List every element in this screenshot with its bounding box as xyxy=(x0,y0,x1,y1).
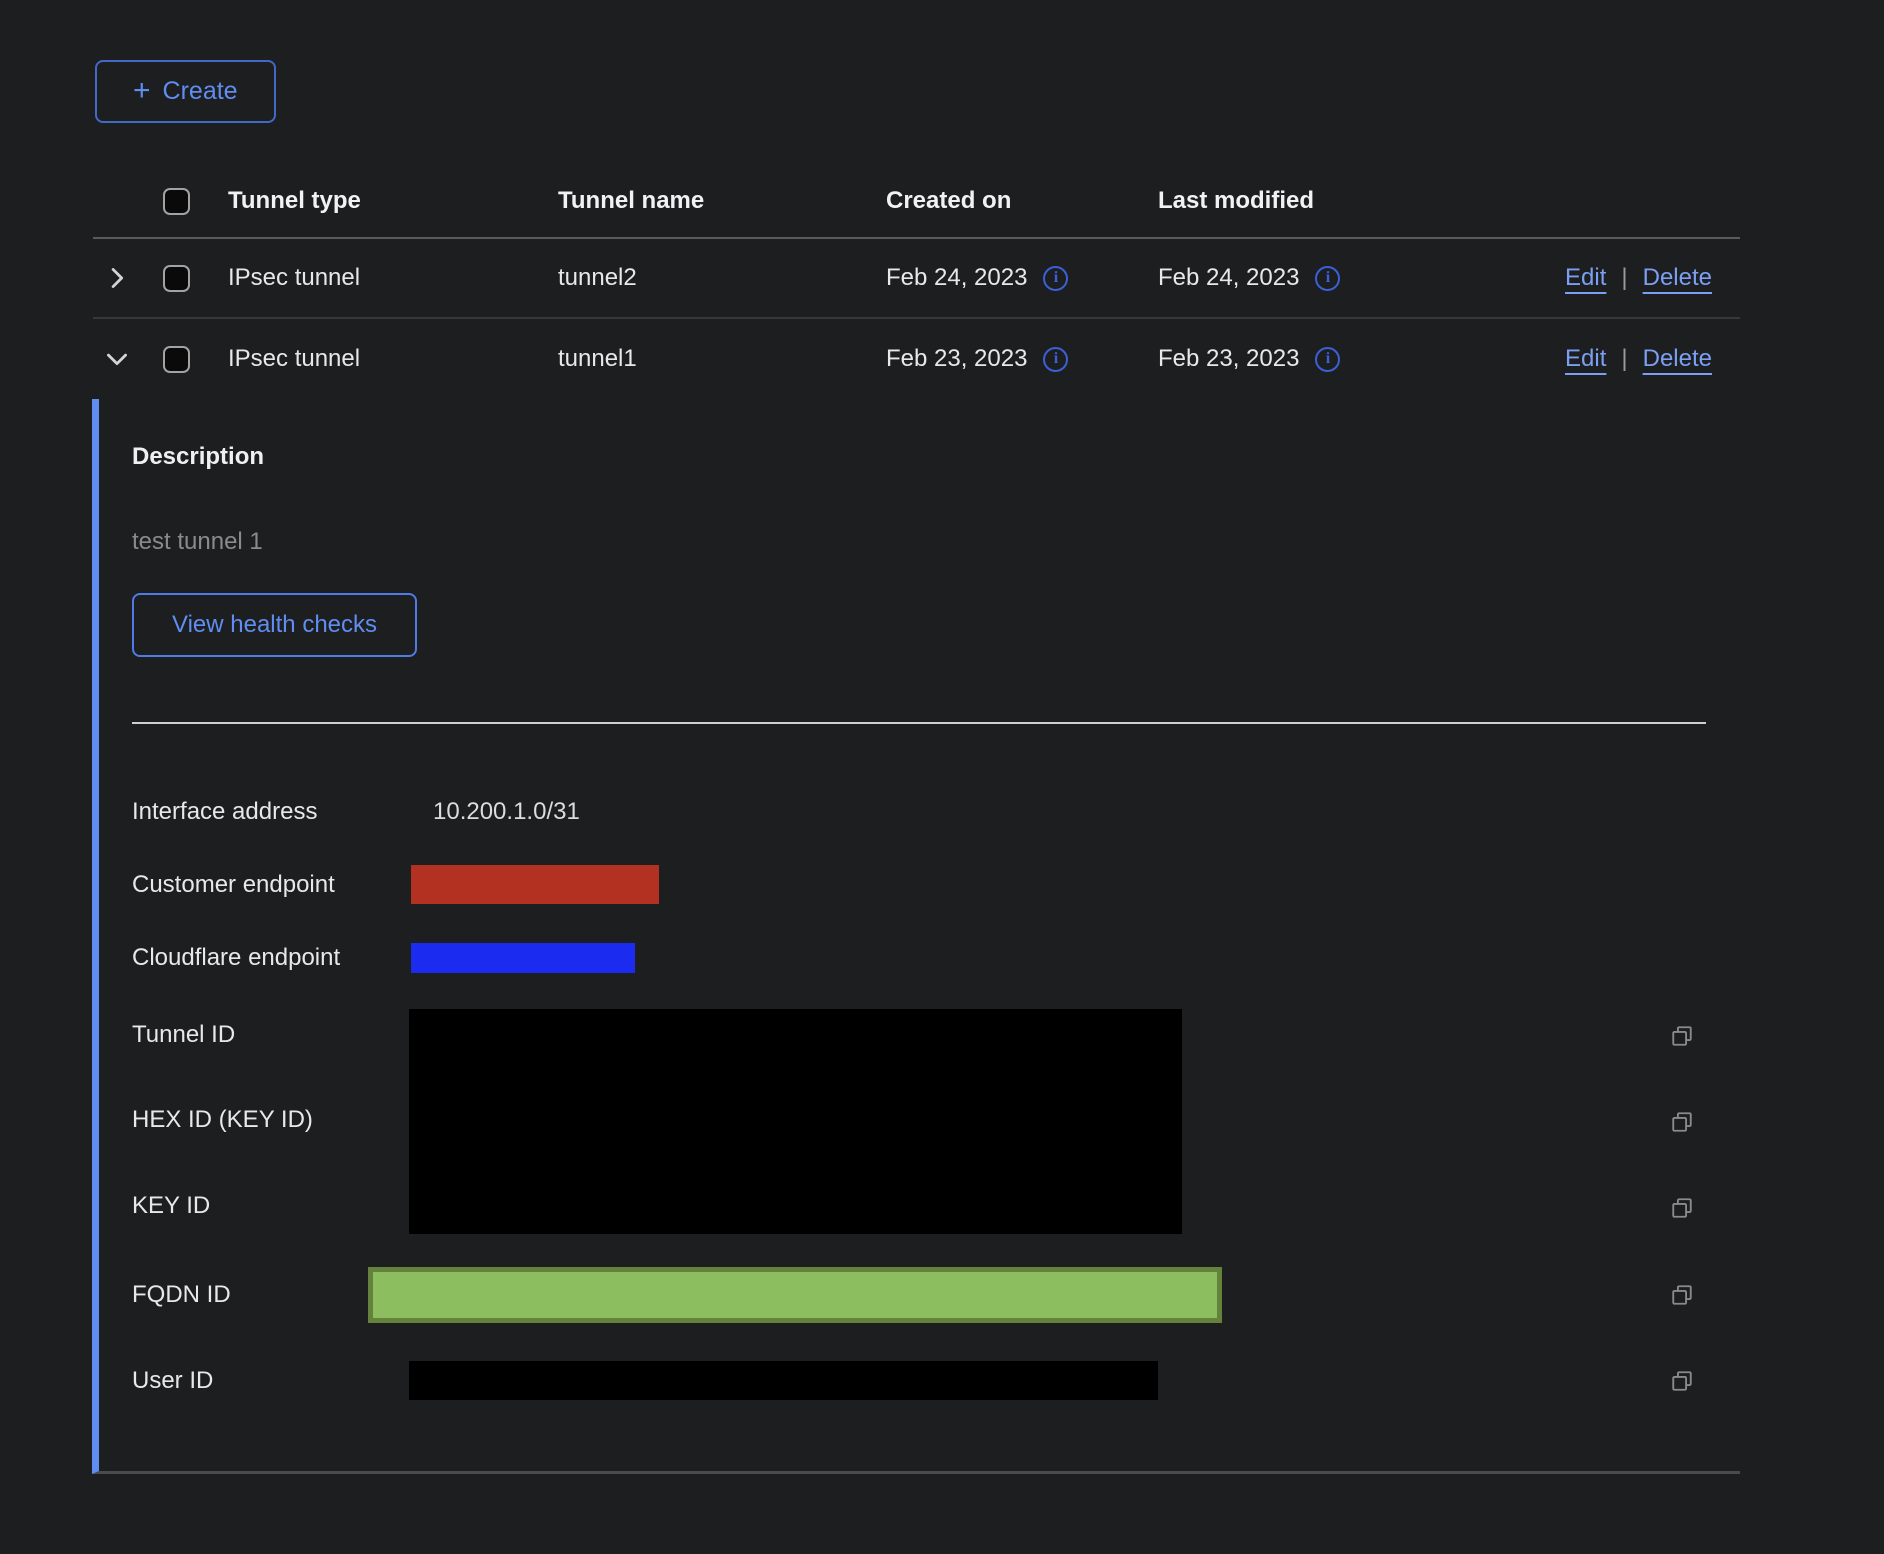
table-header-row: Tunnel type Tunnel name Created on Last … xyxy=(93,165,1740,239)
fqdn-id-row: FQDN ID xyxy=(132,1267,1706,1323)
view-health-checks-button[interactable]: View health checks xyxy=(132,593,417,657)
create-button-label: Create xyxy=(163,77,238,106)
last-modified-cell: Feb 24, 2023 xyxy=(1158,264,1299,292)
column-header-last-modified: Last modified xyxy=(1158,187,1418,215)
description-value: test tunnel 1 xyxy=(132,526,1706,558)
panel-divider xyxy=(132,722,1706,724)
tunnel-type-cell: IPsec tunnel xyxy=(228,345,558,373)
column-header-tunnel-name: Tunnel name xyxy=(558,187,886,215)
user-id-row: User ID xyxy=(132,1361,1706,1400)
created-on-cell: Feb 24, 2023 xyxy=(886,264,1027,292)
row-checkbox[interactable] xyxy=(163,346,190,373)
tunnel-type-cell: IPsec tunnel xyxy=(228,264,558,292)
select-all-checkbox[interactable] xyxy=(163,188,190,215)
cloudflare-endpoint-redacted-value xyxy=(411,943,635,973)
plus-icon: + xyxy=(133,76,151,106)
chevron-right-icon[interactable] xyxy=(103,264,131,292)
key-id-label: KEY ID xyxy=(132,1190,210,1222)
edit-link[interactable]: Edit xyxy=(1565,264,1606,292)
table-row: IPsec tunnel tunnel1 Feb 23, 2023 i Feb … xyxy=(93,319,1740,399)
delete-link[interactable]: Delete xyxy=(1643,264,1712,292)
tunnel-name-cell: tunnel1 xyxy=(558,345,886,373)
tunnel-detail-panel: Description test tunnel 1 View health ch… xyxy=(92,399,1740,1474)
description-label: Description xyxy=(132,441,1706,473)
cloudflare-endpoint-label: Cloudflare endpoint xyxy=(132,942,411,974)
action-separator: | xyxy=(1621,264,1627,292)
customer-endpoint-row: Customer endpoint xyxy=(132,865,1706,904)
copy-icon[interactable] xyxy=(1668,1281,1696,1309)
info-icon[interactable]: i xyxy=(1043,347,1068,372)
created-on-cell: Feb 23, 2023 xyxy=(886,345,1027,373)
customer-endpoint-redacted-value xyxy=(411,865,659,904)
table-row: IPsec tunnel tunnel2 Feb 24, 2023 i Feb … xyxy=(93,239,1740,319)
cloudflare-endpoint-row: Cloudflare endpoint xyxy=(132,943,1706,973)
info-icon[interactable]: i xyxy=(1315,266,1340,291)
hex-id-label: HEX ID (KEY ID) xyxy=(132,1104,313,1136)
fqdn-id-redacted-value xyxy=(368,1267,1222,1323)
delete-link[interactable]: Delete xyxy=(1643,345,1712,373)
last-modified-cell: Feb 23, 2023 xyxy=(1158,345,1299,373)
copy-icon[interactable] xyxy=(1668,1367,1696,1395)
row-checkbox[interactable] xyxy=(163,265,190,292)
fqdn-id-label: FQDN ID xyxy=(132,1279,368,1311)
tunnel-name-cell: tunnel2 xyxy=(558,264,886,292)
copy-icon[interactable] xyxy=(1668,1108,1696,1136)
customer-endpoint-label: Customer endpoint xyxy=(132,869,411,901)
copy-icon[interactable] xyxy=(1668,1194,1696,1222)
tunnel-id-label: Tunnel ID xyxy=(132,1019,235,1051)
column-header-tunnel-type: Tunnel type xyxy=(228,187,558,215)
action-separator: | xyxy=(1621,345,1627,373)
create-button[interactable]: + Create xyxy=(95,60,276,123)
chevron-down-icon[interactable] xyxy=(103,345,131,373)
info-icon[interactable]: i xyxy=(1043,266,1068,291)
interface-address-label: Interface address xyxy=(132,796,433,828)
info-icon[interactable]: i xyxy=(1315,347,1340,372)
id-fields-group: Tunnel ID HEX ID (KEY ID) KEY ID xyxy=(132,1009,1706,1234)
copy-icon[interactable] xyxy=(1668,1022,1696,1050)
interface-address-value: 10.200.1.0/31 xyxy=(433,798,580,826)
user-id-redacted-value xyxy=(409,1361,1158,1400)
column-header-created-on: Created on xyxy=(886,187,1158,215)
user-id-label: User ID xyxy=(132,1365,409,1397)
interface-address-row: Interface address 10.200.1.0/31 xyxy=(132,796,1706,828)
id-values-redacted-block xyxy=(409,1009,1182,1234)
tunnels-table: Tunnel type Tunnel name Created on Last … xyxy=(93,165,1740,399)
edit-link[interactable]: Edit xyxy=(1565,345,1606,373)
